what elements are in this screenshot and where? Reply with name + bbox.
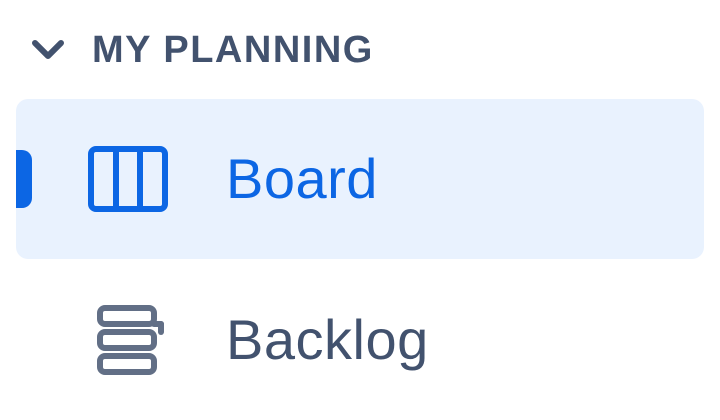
sidebar-item-board[interactable]: Board [16,99,704,259]
chevron-down-icon[interactable] [28,30,68,70]
active-item-indicator [16,150,32,208]
board-columns-icon [86,143,170,215]
sidebar: MY PLANNING Board Backlog [0,0,720,420]
sidebar-item-backlog[interactable]: Backlog [16,260,704,420]
my-planning-section-header[interactable]: MY PLANNING [28,20,374,80]
sidebar-item-label: Backlog [226,308,429,371]
backlog-list-icon [86,304,170,376]
sidebar-item-label: Board [226,147,378,210]
section-title: MY PLANNING [92,29,374,71]
